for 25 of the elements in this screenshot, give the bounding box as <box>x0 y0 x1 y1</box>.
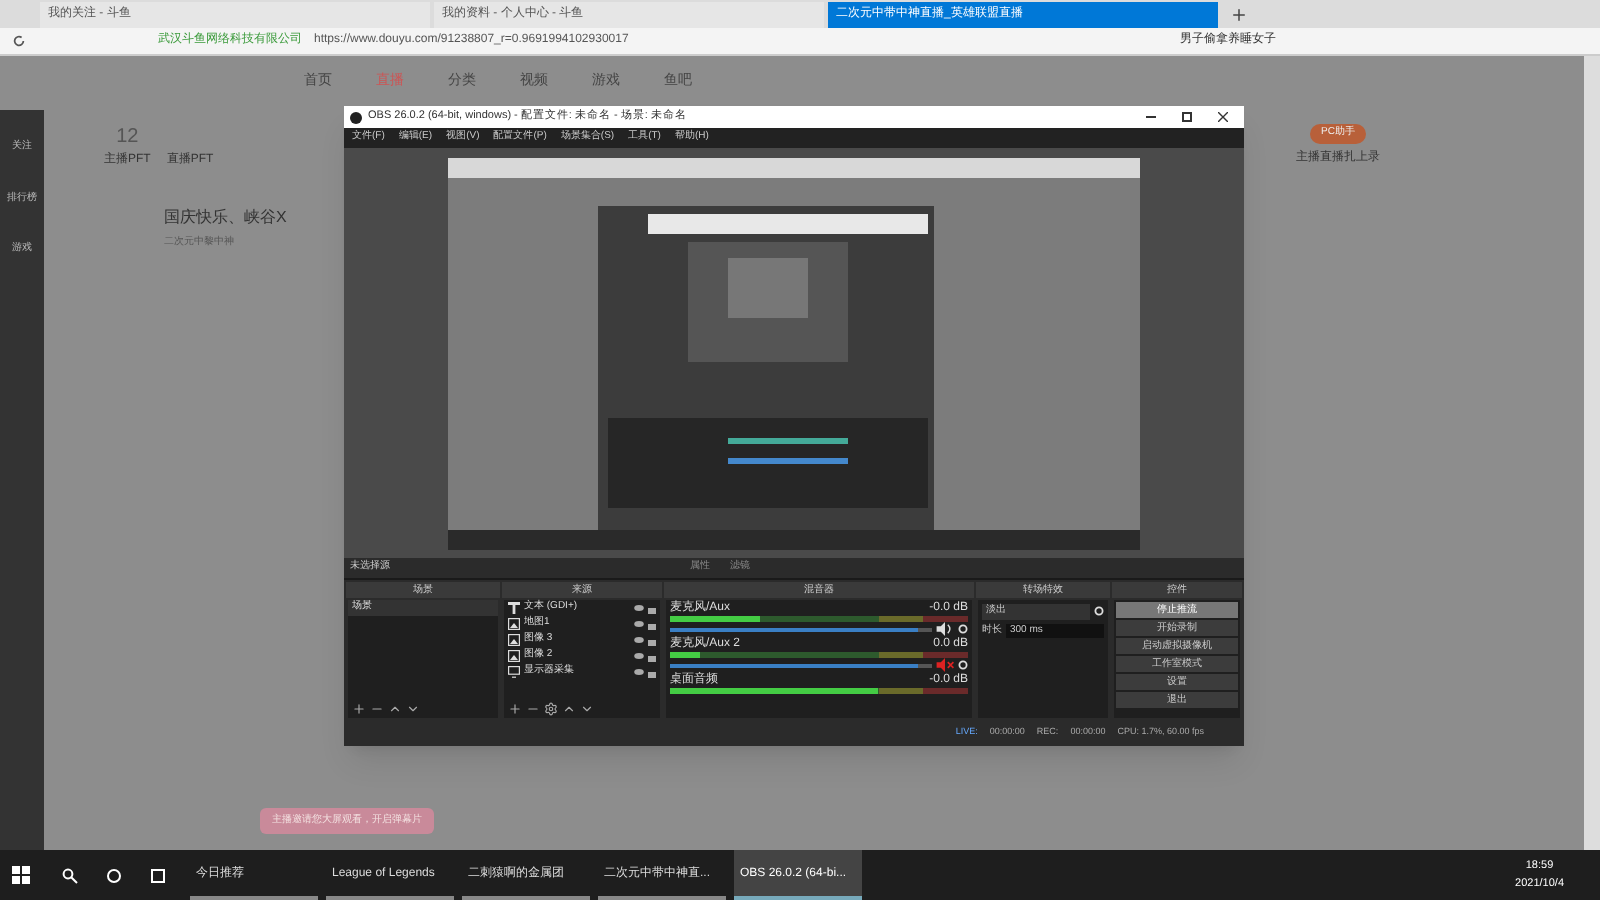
maximize-button[interactable] <box>1182 112 1192 122</box>
monitor-icon <box>508 666 520 678</box>
task-view-icon[interactable] <box>150 867 166 883</box>
text-icon <box>508 602 520 614</box>
new-tab-icon[interactable] <box>1230 6 1248 24</box>
follow-count: 12 <box>116 124 139 152</box>
image-icon <box>508 634 520 646</box>
image-icon <box>508 650 520 662</box>
image-icon <box>508 618 520 630</box>
obs-logo-icon <box>350 111 362 123</box>
move-up-icon[interactable] <box>562 702 576 716</box>
circle-icon[interactable] <box>106 867 122 883</box>
settings-icon[interactable] <box>544 702 558 716</box>
speaker-icon[interactable] <box>936 622 954 636</box>
remove-icon[interactable] <box>370 702 384 716</box>
add-icon[interactable] <box>508 702 522 716</box>
move-down-icon[interactable] <box>580 702 594 716</box>
close-icon[interactable] <box>1218 112 1228 122</box>
windows-logo-icon[interactable] <box>12 866 30 884</box>
add-icon[interactable] <box>352 702 366 716</box>
room-headline: 国庆快乐、峡谷X <box>164 206 287 230</box>
search-icon[interactable] <box>62 867 78 883</box>
move-down-icon[interactable] <box>406 702 420 716</box>
refresh-icon[interactable] <box>12 34 26 48</box>
move-up-icon[interactable] <box>388 702 402 716</box>
